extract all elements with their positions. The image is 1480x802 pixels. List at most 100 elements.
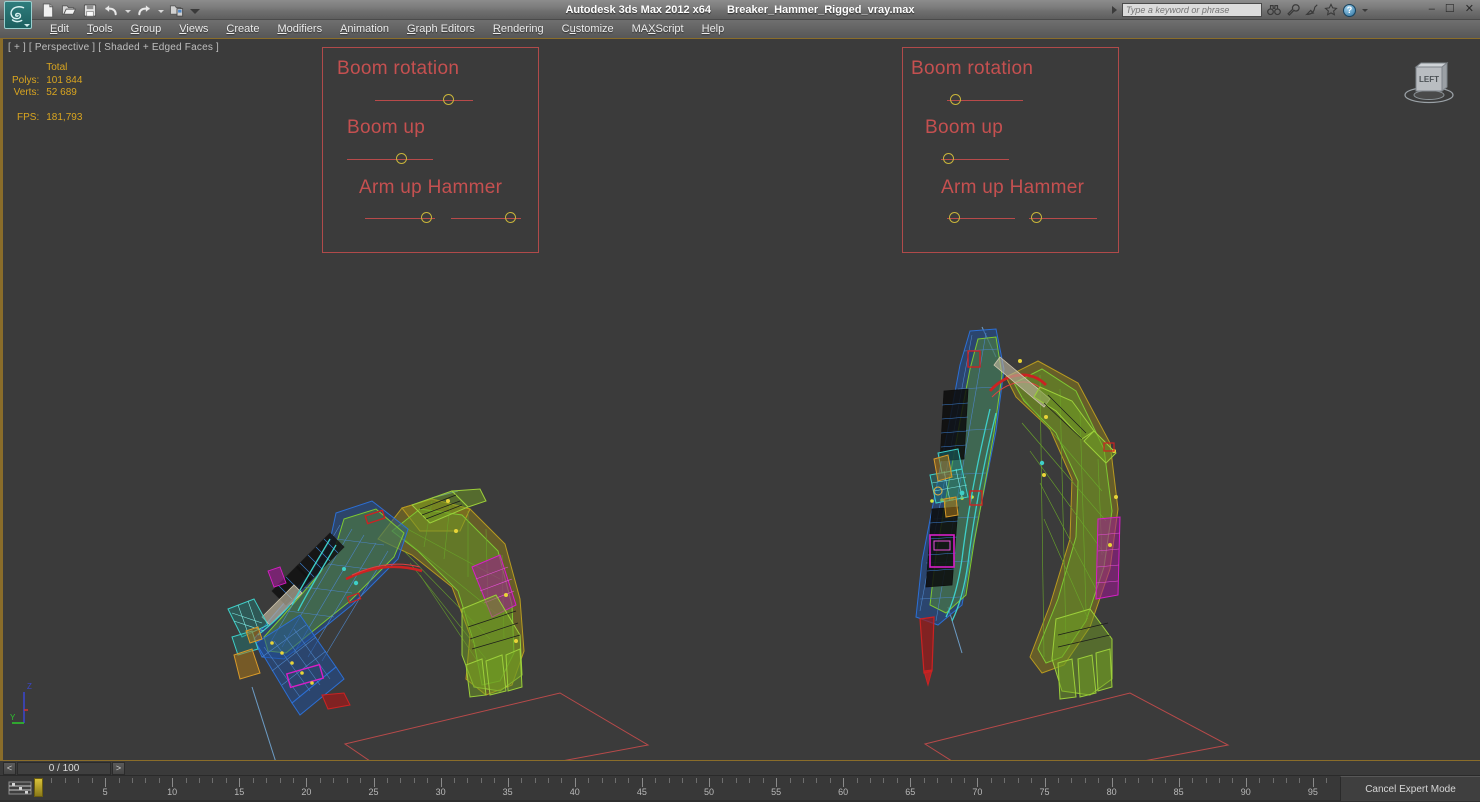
ruler-tick-major [977,778,979,787]
ruler-tick-major [1312,778,1314,787]
menu-bar: Edit Tools Group Views Create Modifiers Animat… [0,20,1480,39]
ground-plane-left [343,692,650,760]
previous-frame-button[interactable]: < [3,762,16,775]
ruler-tick-major [641,778,643,787]
menu-item-edit[interactable]: Edit [41,20,78,39]
binoculars-icon[interactable] [1267,3,1281,17]
frame-ruler[interactable]: 0510152025303540455055606570758085909510… [35,776,1388,801]
control-panel-right-slider-1-0[interactable] [941,153,1009,165]
ruler-tick-minor [547,778,549,783]
menu-item-graph-editors[interactable]: Graph Editors [398,20,484,39]
ruler-label: 55 [771,787,782,797]
ruler-label: 45 [636,787,647,797]
undo-dropdown-icon[interactable] [124,4,131,18]
next-frame-button[interactable]: > [112,762,125,775]
menu-item-views[interactable]: Views [170,20,217,39]
qat-customize-dropdown-icon[interactable] [190,4,200,18]
control-panel-left-slider-2-1[interactable] [451,212,521,224]
control-panel-right-label-0: Boom rotation [911,58,1034,79]
control-panel-left-slider-2-0[interactable] [365,212,435,224]
infocenter-expand-icon[interactable] [1112,6,1117,14]
ruler-tick-minor [655,778,657,783]
perspective-viewport[interactable]: [ + ] [ Perspective ] [ Shaded + Edged F… [0,39,1480,760]
current-frame-field[interactable]: 0 / 100 [17,762,111,775]
menu-item-maxscript[interactable]: MAXScript [623,20,693,39]
cancel-expert-mode-button[interactable]: Cancel Expert Mode [1340,776,1480,801]
key-filter-icon[interactable] [8,780,32,796]
ruler-label: 80 [1106,787,1117,797]
menu-item-customize[interactable]: Customize [553,20,623,39]
control-panel-left-slider-0-0[interactable] [375,94,473,106]
time-slider-row: < 0 / 100 > [0,760,1480,775]
control-panel-right-slider-2-1[interactable] [1029,212,1097,224]
slider-track [347,159,433,160]
maximize-button[interactable]: ☐ [1445,4,1455,15]
menu-item-rendering[interactable]: Rendering [484,20,553,39]
control-panel-right-slider-0-0[interactable] [947,94,1023,106]
set-project-folder-icon[interactable] [169,3,185,18]
star-icon[interactable] [1324,3,1338,17]
ruler-label: 95 [1307,787,1318,797]
ruler-tick-minor [199,778,201,783]
ruler-tick-minor [1299,778,1301,783]
track-bar[interactable]: 0510152025303540455055606570758085909510… [0,775,1480,801]
model-excavator-breaker-arm-reclined[interactable] [227,488,525,760]
ruler-label: 50 [703,787,715,797]
ruler-label: 25 [368,787,379,797]
menu-item-modifiers[interactable]: Modifiers [268,20,331,39]
ruler-tick-minor [413,778,415,783]
ruler-label: 20 [301,787,312,797]
ruler-tick-minor [427,778,429,783]
ruler-tick-minor [494,778,496,783]
slider-knob[interactable] [949,212,960,223]
ruler-tick-major [172,778,174,787]
ruler-tick-major [440,778,442,787]
wrench-icon[interactable] [1286,3,1300,17]
file-name-text: Breaker_Hammer_Rigged_vray.max [727,4,915,16]
ruler-tick-minor [896,778,898,783]
search-input[interactable] [1122,3,1262,17]
menu-item-create[interactable]: Create [217,20,268,39]
undo-icon[interactable] [103,3,119,18]
ruler-tick-minor [145,778,147,783]
minimize-button[interactable]: – [1429,4,1435,15]
ruler-tick-minor [923,778,925,783]
time-slider-handle[interactable] [34,778,43,797]
slider-knob[interactable] [1031,212,1042,223]
ruler-tick-minor [870,778,872,783]
slider-knob[interactable] [950,94,961,105]
ruler-tick-minor [682,778,684,783]
redo-icon[interactable] [136,3,152,18]
slider-knob[interactable] [505,212,516,223]
ruler-tick-minor [1259,778,1261,783]
control-panel-right-slider-2-0[interactable] [947,212,1015,224]
help-dropdown-icon[interactable] [1361,3,1368,17]
application-button[interactable] [4,1,32,29]
ruler-tick-major [910,778,912,787]
slider-knob[interactable] [443,94,454,105]
ruler-label: 15 [234,787,245,797]
slider-knob[interactable] [421,212,432,223]
menu-item-tools[interactable]: Tools [78,20,122,39]
open-file-icon[interactable] [61,3,77,18]
menu-item-animation[interactable]: Animation [331,20,398,39]
control-panel-left-slider-1-0[interactable] [347,153,433,165]
satellite-dish-icon[interactable] [1305,3,1319,17]
slider-knob[interactable] [943,153,954,164]
menu-item-group[interactable]: Group [122,20,171,39]
new-file-icon[interactable] [40,3,56,18]
ground-plane-right [923,692,1230,760]
save-file-icon[interactable] [82,3,98,18]
ruler-tick-minor [762,778,764,783]
ruler-tick-minor [51,778,53,783]
menu-item-help[interactable]: Help [693,20,734,39]
model-excavator-breaker-arm-upright[interactable] [915,326,1121,700]
slider-knob[interactable] [396,153,407,164]
help-button[interactable]: ? [1343,3,1356,17]
ruler-tick-minor [856,778,858,783]
ruler-tick-minor [400,778,402,783]
ruler-tick-minor [212,778,214,783]
redo-dropdown-icon[interactable] [157,4,164,18]
ruler-tick-minor [963,778,965,783]
close-button[interactable]: ✕ [1465,4,1474,15]
